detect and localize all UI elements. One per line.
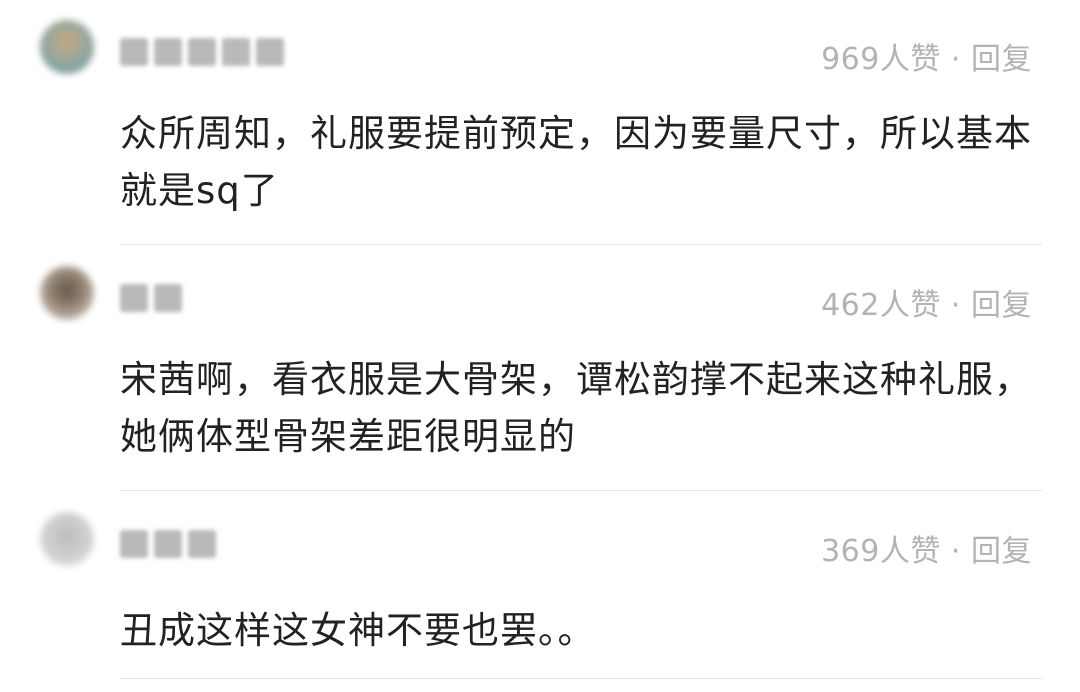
username-blurred[interactable] [120, 530, 216, 560]
divider [120, 678, 1042, 679]
avatar[interactable] [40, 266, 94, 320]
divider [120, 490, 1042, 491]
reply-button[interactable]: 回复 [971, 288, 1032, 323]
like-count[interactable]: 462人赞 [821, 288, 941, 323]
like-count[interactable]: 369人赞 [821, 534, 941, 569]
avatar[interactable] [40, 512, 94, 566]
reply-button[interactable]: 回复 [971, 534, 1032, 569]
comment-text: 丑成这样这女神不要也罢。。 [120, 609, 596, 652]
meta-separator: · [950, 42, 961, 77]
comment-meta: 462人赞 · 回复 [821, 280, 1032, 324]
avatar[interactable] [40, 20, 94, 74]
like-count[interactable]: 969人赞 [821, 42, 941, 77]
comment-text: 宋茜啊，看衣服是大骨架，谭松韵撑不起来这种礼服，她俩体型骨架差距很明显的 [120, 358, 1032, 458]
meta-separator: · [950, 534, 961, 569]
divider [120, 244, 1042, 245]
username-blurred[interactable] [120, 284, 182, 314]
meta-separator: · [950, 288, 961, 323]
username-blurred[interactable] [120, 38, 284, 68]
reply-button[interactable]: 回复 [971, 42, 1032, 77]
comment-meta: 969人赞 · 回复 [821, 34, 1032, 78]
comment-meta: 369人赞 · 回复 [821, 526, 1032, 570]
comment-text: 众所周知，礼服要提前预定，因为要量尺寸，所以基本就是sq了 [120, 112, 1032, 212]
